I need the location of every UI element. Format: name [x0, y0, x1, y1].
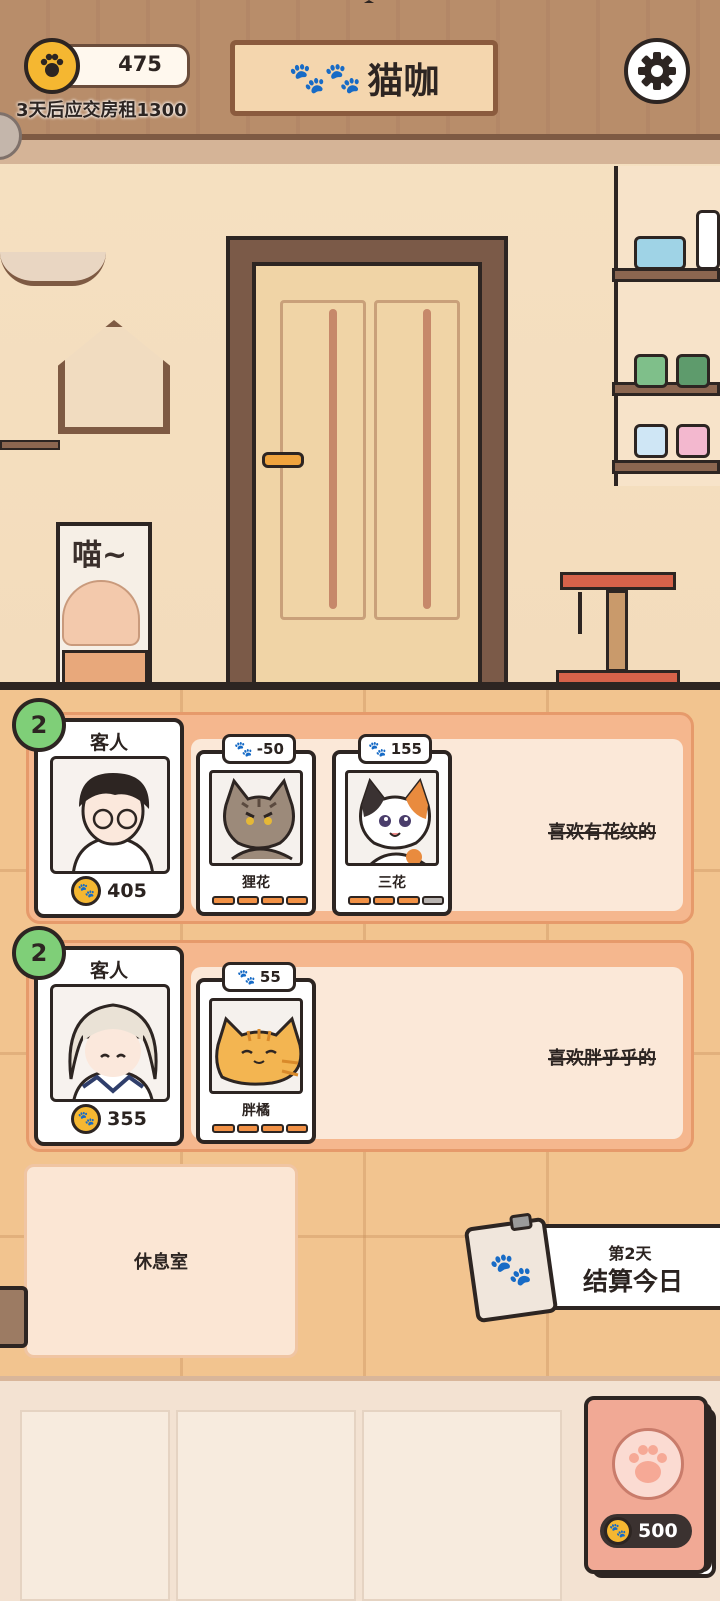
cat-card[interactable]: 🐾 -50 狸花 [196, 734, 316, 916]
rent-notice: 3天后应交房租1300 [16, 100, 187, 121]
cat-score-tag: 🐾 -50 [222, 734, 296, 764]
refresh-customer-button[interactable]: 2 [12, 926, 66, 980]
cat-score: 55 [259, 968, 281, 986]
food-can [634, 424, 668, 458]
milk-bottle [696, 210, 720, 270]
cafe-title-board: 🐾🐾 猫咖 [230, 40, 498, 116]
paw-coin-icon: 🐾 [71, 1104, 102, 1134]
cat-card[interactable]: 🐾 55 胖橘 [196, 962, 316, 1144]
day-counter: 第2天 [608, 1244, 652, 1263]
cat-stamina-bar [212, 896, 308, 905]
sign-text: 喵~ [72, 538, 128, 573]
storage-shelf [612, 268, 720, 282]
scratching-post-top [560, 572, 676, 590]
clipboard-icon[interactable]: 🐾 [463, 1216, 559, 1324]
storage-shelf [612, 460, 720, 474]
cat-score-tag: 🐾 155 [358, 734, 432, 764]
cat-name: 胖橘 [242, 1103, 270, 1119]
cat-stamina-bar [348, 896, 444, 905]
cat-score: 155 [390, 740, 422, 758]
cat-stamina-bar [212, 1124, 308, 1133]
cafe-door [252, 262, 482, 686]
coin-value: 475 [118, 52, 162, 76]
fish-toy-string [578, 592, 582, 634]
customer-preference: 喜欢胖乎乎的 [548, 1048, 656, 1069]
customer-payment: 🐾 405 [38, 876, 180, 906]
floor-edge [0, 682, 720, 690]
paw-icon: 🐾 [234, 740, 253, 758]
customer-preference: 喜欢有花纹的 [548, 822, 656, 843]
scratching-post-pole [606, 590, 628, 672]
refresh-customer-button[interactable]: 2 [12, 698, 66, 752]
paw-prints-icon: 🐾🐾 [288, 60, 362, 96]
cat-portrait-orange [209, 998, 303, 1094]
wall-shelf [0, 440, 60, 450]
paw-coin-icon: 🐾 [71, 876, 102, 906]
customer-payment: 🐾 355 [38, 1104, 180, 1134]
rest-room-label: 休息室 [134, 1252, 188, 1273]
food-jar [634, 236, 686, 270]
refresh-count: 2 [30, 711, 48, 739]
payment-value: 405 [107, 880, 147, 902]
cat-name: 三花 [378, 875, 406, 891]
paw-pad-icon [612, 1428, 684, 1500]
cat-score-tag: 🐾 55 [222, 962, 296, 992]
door-panel [374, 300, 460, 620]
food-jar [676, 354, 710, 388]
cat-score: -50 [256, 740, 284, 758]
deck-price-value: 500 [638, 1520, 678, 1542]
customer-portrait-blonde-girl [50, 984, 170, 1102]
clipboard-clip [508, 1212, 534, 1232]
customer-card[interactable]: 客人 🐾 405 [34, 718, 184, 918]
payment-value: 355 [107, 1108, 147, 1130]
rug-tile [176, 1410, 356, 1601]
deck-price: 🐾 500 [600, 1514, 692, 1548]
end-day-label: 结算今日 [582, 1267, 683, 1296]
customer-portrait-glasses-boy [50, 756, 170, 874]
cat-name: 狸花 [242, 875, 270, 891]
paw-icon: 🐾 [368, 740, 387, 758]
customer-card[interactable]: 客人 🐾 355 [34, 946, 184, 1146]
paw-coin-icon [24, 38, 80, 94]
food-jar [634, 354, 668, 388]
cat-card[interactable]: 🐾 155 三花 [332, 734, 452, 916]
settings-button[interactable] [624, 38, 690, 104]
rug-tile [362, 1410, 562, 1601]
cat-portrait-calico [345, 770, 439, 866]
door-handle [262, 452, 304, 468]
food-can [676, 424, 710, 458]
cat-portrait-tabby [209, 770, 303, 866]
paw-coin-icon: 🐾 [604, 1517, 632, 1545]
refresh-count: 2 [30, 939, 48, 967]
paw-icon: 🐾 [237, 968, 256, 986]
gear-icon [638, 52, 676, 90]
page-title: 猫咖 [367, 61, 440, 102]
ceiling-trim [0, 140, 720, 164]
cat-toy-cup [0, 1286, 28, 1348]
rug-tile [20, 1410, 170, 1601]
